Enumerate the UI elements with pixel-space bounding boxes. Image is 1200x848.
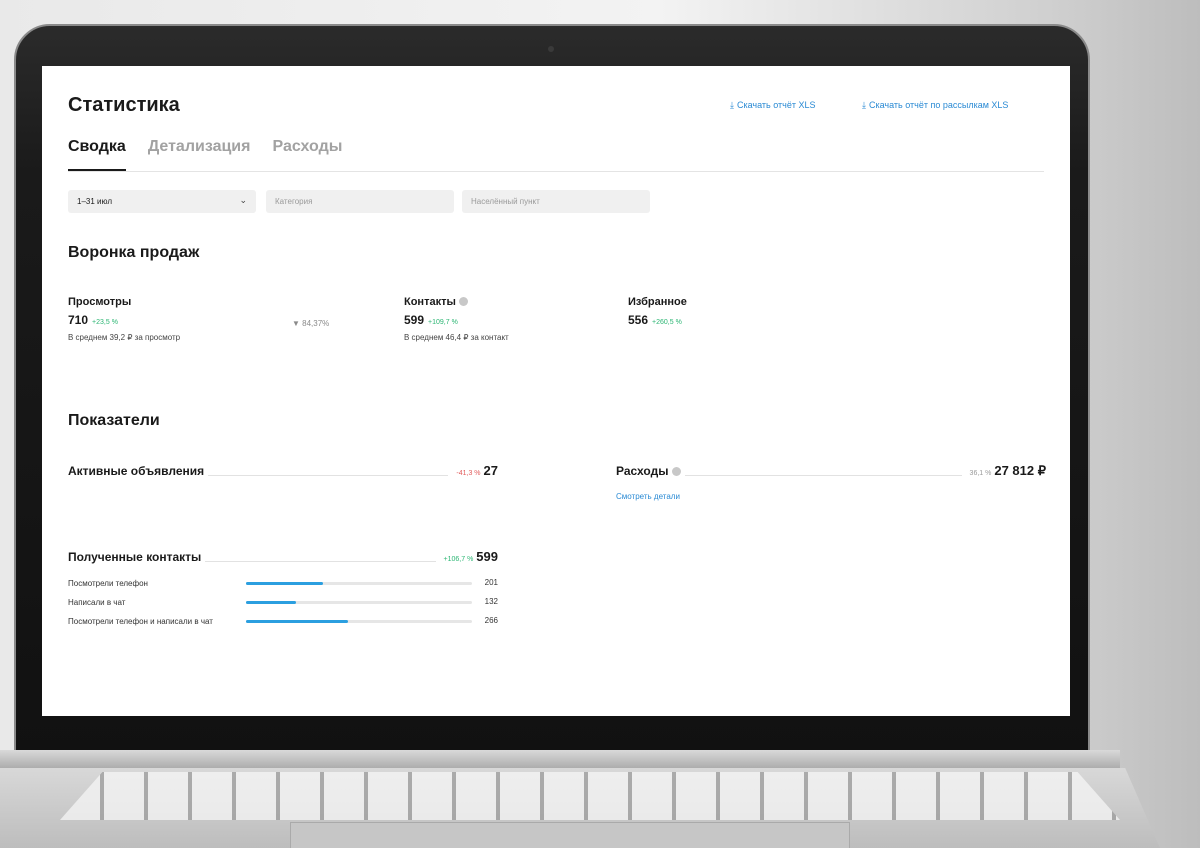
funnel-title: Воронка продаж — [68, 244, 200, 261]
contact-bar-row: Посмотрели телефон 201 — [68, 578, 498, 598]
favorites-delta: +260,5 % — [652, 319, 682, 326]
tab-expenses[interactable]: Расходы — [272, 138, 342, 171]
download-report-link[interactable]: ⤓ Скачать отчёт XLS — [730, 100, 816, 111]
expenses-delta: 36,1 % — [969, 470, 992, 477]
received-contacts-label: Полученные контакты — [68, 550, 206, 564]
bar-label: Посмотрели телефон и написали в чат — [68, 617, 213, 626]
contacts-average: В среднем 46,4 ₽ за контакт — [404, 333, 509, 342]
bar-value: 132 — [484, 597, 498, 606]
keyboard — [60, 772, 1120, 820]
funnel-icon: ▼ — [292, 319, 300, 328]
contacts-value: 599 +109,7 % — [404, 313, 458, 327]
info-icon[interactable] — [672, 467, 682, 476]
views-delta: +23,5 % — [92, 319, 118, 326]
bar-track — [246, 620, 472, 623]
info-icon[interactable] — [458, 297, 468, 306]
funnel-views: Просмотры 710 +23,5 % В среднем 39,2 ₽ за… — [68, 296, 180, 342]
conversion-rate: ▼ 84,37% — [292, 319, 330, 328]
download-icon: ⤓ — [862, 100, 866, 110]
active-ads-row: Активные объявления -41,3 % 27 — [68, 463, 498, 480]
funnel-contacts: Контакты 599 +109,7 % В среднем 46,4 ₽ за… — [404, 296, 509, 342]
active-ads-delta: -41,3 % — [456, 470, 481, 477]
bar-fill — [246, 620, 348, 623]
views-value: 710 +23,5 % — [68, 313, 118, 327]
funnel-favorites: Избранное 556 +260,5 % — [628, 296, 687, 327]
bar-label: Посмотрели телефон — [68, 579, 148, 588]
view-details-link[interactable]: Смотреть детали — [616, 492, 680, 501]
webcam — [548, 46, 554, 52]
active-ads-label: Активные объявления — [68, 464, 209, 478]
period-select[interactable]: 1–31 июл ⌄ — [68, 190, 256, 213]
download-icon: ⤓ — [730, 100, 734, 110]
expenses-label: Расходы — [616, 464, 686, 478]
bar-fill — [246, 582, 323, 585]
page-title: Статистика — [68, 94, 180, 116]
category-input[interactable]: Категория — [266, 190, 454, 213]
laptop-scene: Статистика ⤓ Скачать отчёт XLS ⤓ Скачать о… — [0, 0, 1200, 848]
views-label: Просмотры — [68, 296, 132, 308]
expenses-total: 36,1 % 27 812 ₽ — [961, 463, 1046, 479]
received-contacts-row: Полученные контакты +106,7 % 599 — [68, 549, 498, 566]
received-contacts-total: +106,7 % 599 — [435, 549, 498, 564]
favorites-value: 556 +260,5 % — [628, 313, 682, 327]
location-input[interactable]: Населённый пункт — [462, 190, 650, 213]
bar-track — [246, 601, 472, 604]
expenses-row: Расходы 36,1 % 27 812 ₽ — [616, 463, 1046, 480]
contacts-delta: +109,7 % — [428, 319, 458, 326]
metrics-title: Показатели — [68, 412, 160, 429]
laptop-hinge — [0, 750, 1120, 770]
tab-summary[interactable]: Сводка — [68, 138, 126, 171]
contacts-label: Контакты — [404, 296, 509, 308]
contact-bar-row: Написали в чат 132 — [68, 597, 498, 617]
bar-track — [246, 582, 472, 585]
favorites-label: Избранное — [628, 296, 687, 308]
tab-bar: Сводка Детализация Расходы — [68, 138, 1044, 172]
bar-fill — [246, 601, 296, 604]
download-mailing-report-link[interactable]: ⤓ Скачать отчёт по рассылкам XLS — [862, 100, 1008, 111]
received-contacts-delta: +106,7 % — [443, 556, 474, 563]
touchpad — [290, 822, 850, 848]
bar-value: 266 — [484, 616, 498, 625]
views-average: В среднем 39,2 ₽ за просмотр — [68, 333, 181, 342]
chevron-down-icon: ⌄ — [239, 195, 247, 205]
active-ads-total: -41,3 % 27 — [448, 463, 498, 478]
bar-value: 201 — [484, 578, 498, 587]
bar-label: Написали в чат — [68, 598, 126, 607]
contact-bar-row: Посмотрели телефон и написали в чат 266 — [68, 616, 498, 642]
tab-details[interactable]: Детализация — [148, 138, 251, 171]
statistics-screen: Статистика ⤓ Скачать отчёт XLS ⤓ Скачать о… — [42, 66, 1070, 716]
